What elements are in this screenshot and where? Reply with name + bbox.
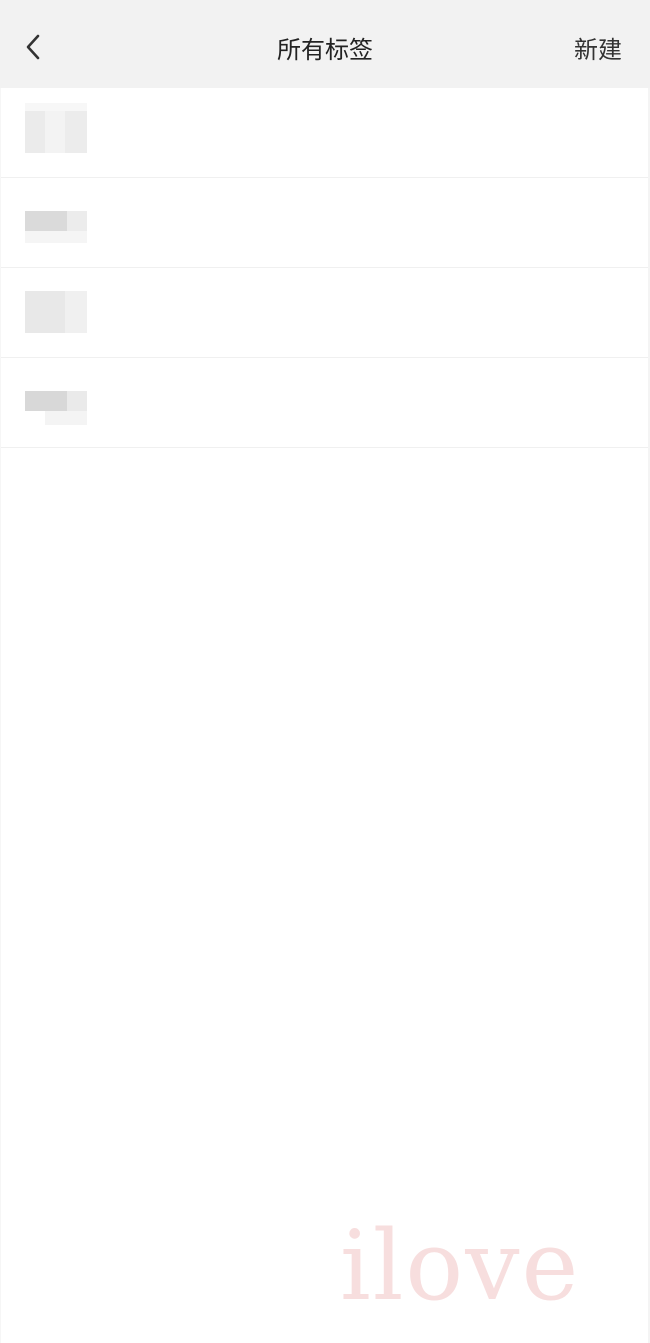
watermark: ilove	[340, 1210, 581, 1322]
back-button[interactable]	[12, 24, 54, 66]
tag-row[interactable]	[0, 358, 650, 448]
tag-label-blurred	[25, 201, 87, 243]
left-border	[0, 88, 1, 1343]
chevron-left-icon	[26, 34, 40, 60]
tag-row[interactable]	[0, 88, 650, 178]
page-title: 所有标签	[277, 36, 373, 64]
tag-label-blurred	[25, 103, 87, 153]
navigation-bar: 所有标签 新建	[0, 0, 650, 88]
tag-label-blurred	[25, 381, 87, 425]
tag-list	[0, 88, 650, 448]
tag-row[interactable]	[0, 268, 650, 358]
tag-row[interactable]	[0, 178, 650, 268]
tag-label-blurred	[25, 291, 87, 333]
new-tag-button[interactable]: 新建	[574, 0, 622, 100]
tag-list-screen: 所有标签 新建 ilove	[0, 0, 650, 1343]
